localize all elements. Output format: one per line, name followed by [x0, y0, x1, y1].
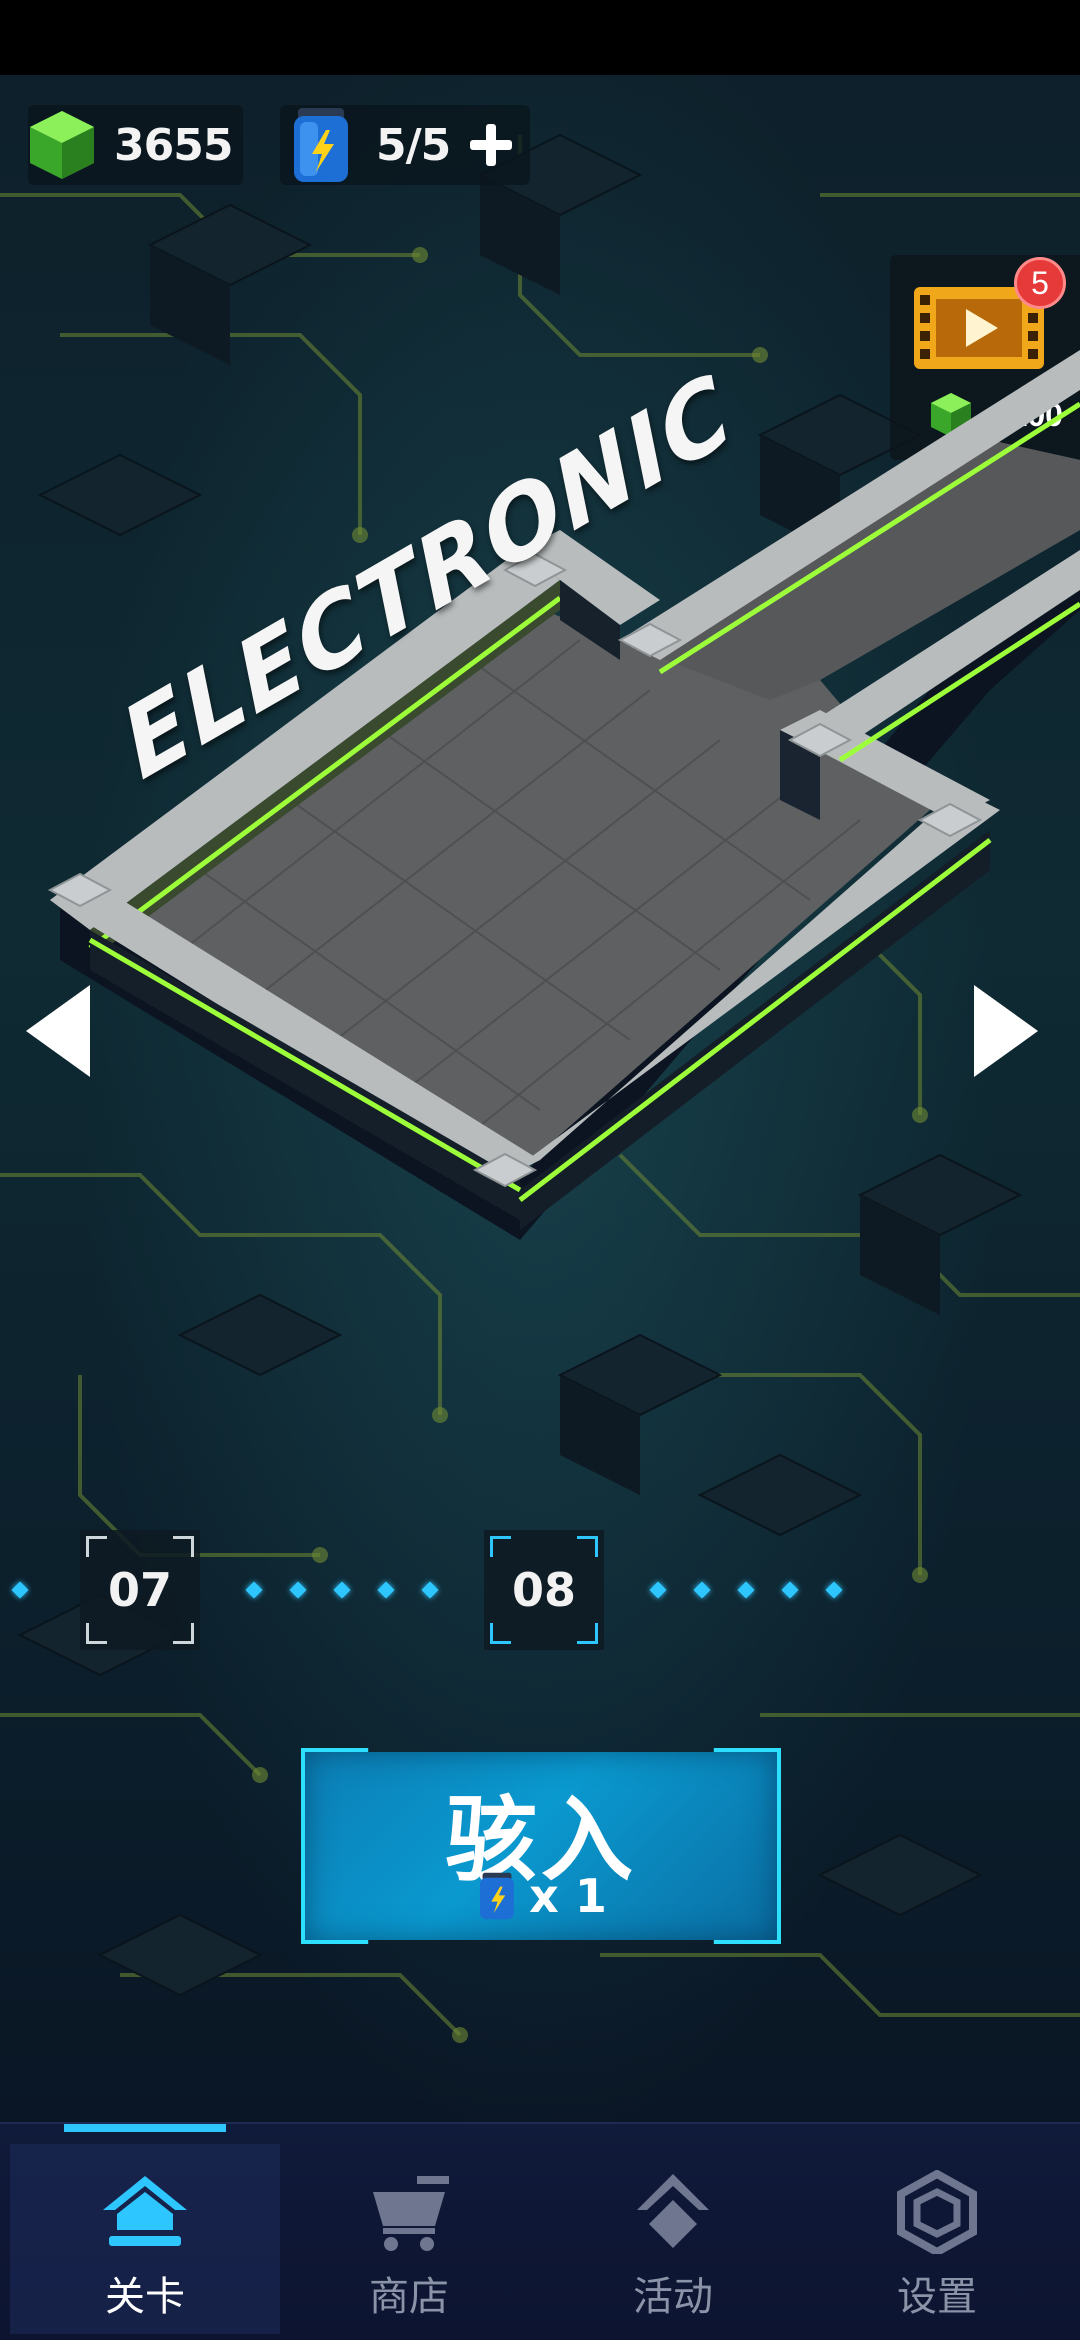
level-number: 08 — [511, 1563, 576, 1617]
game-screen: 3655 5/5 5 ELECTRONIC 07 08 骇入 x 1 关卡 商店… — [0, 0, 1080, 2340]
path-dot — [649, 1581, 667, 1599]
tab-settings[interactable]: 设置 — [802, 2144, 1072, 2334]
status-bar — [0, 0, 1080, 75]
tab-label: 关卡 — [105, 2274, 185, 2320]
level-selector: 07 08 — [0, 1530, 1080, 1650]
path-dot — [377, 1581, 395, 1599]
tab-label: 活动 — [633, 2274, 713, 2320]
previous-level-arrow[interactable] — [26, 985, 90, 1077]
path-dot — [825, 1581, 843, 1599]
level-number: 07 — [107, 1563, 172, 1617]
path-dot — [289, 1581, 307, 1599]
energy-count: 5/5 — [376, 119, 451, 171]
event-icon — [637, 2174, 709, 2248]
cost-text: x 1 — [529, 1869, 607, 1923]
tab-label: 商店 — [369, 2274, 449, 2320]
path-dot — [737, 1581, 755, 1599]
hack-button[interactable]: 骇入 x 1 — [305, 1752, 777, 1940]
active-tab-indicator — [64, 2124, 226, 2132]
path-dot — [781, 1581, 799, 1599]
path-dot — [333, 1581, 351, 1599]
level-node-07[interactable]: 07 — [80, 1530, 200, 1650]
tab-shop[interactable]: 商店 — [274, 2144, 544, 2334]
battery-icon — [480, 1872, 515, 1920]
tab-events[interactable]: 活动 — [538, 2144, 808, 2334]
tab-levels[interactable]: 关卡 — [10, 2144, 280, 2334]
tab-label: 设置 — [897, 2274, 977, 2320]
cart-icon — [373, 2176, 449, 2251]
gem-count: 3655 — [114, 119, 233, 171]
path-dot — [245, 1581, 263, 1599]
home-icon — [103, 2176, 187, 2246]
gear-icon — [897, 2170, 977, 2254]
bottom-nav: 关卡 商店 活动 设置 — [0, 2122, 1080, 2340]
path-dot — [693, 1581, 711, 1599]
path-dot — [11, 1581, 29, 1599]
path-dot — [421, 1581, 439, 1599]
gem-counter: 3655 — [28, 105, 243, 185]
level-node-08[interactable]: 08 — [484, 1530, 604, 1650]
battery-icon — [294, 108, 348, 182]
energy-counter: 5/5 — [280, 105, 530, 185]
energy-cost: x 1 — [305, 1868, 777, 1924]
add-energy-button[interactable] — [466, 120, 516, 170]
green-gem-icon — [30, 111, 94, 179]
next-level-arrow[interactable] — [974, 985, 1038, 1077]
